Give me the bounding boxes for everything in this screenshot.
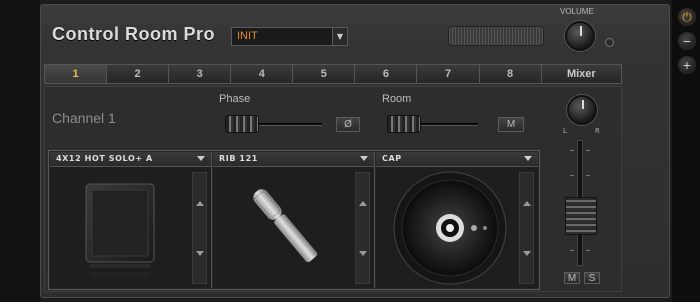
power-icon[interactable]: ⏻ xyxy=(678,8,696,26)
chevron-down-icon[interactable]: ▼ xyxy=(332,28,347,45)
microphone-scroll[interactable] xyxy=(355,172,370,284)
fader-tick xyxy=(570,175,574,176)
fader-tick xyxy=(586,175,590,176)
microphone-icon xyxy=(253,189,318,263)
mute-button[interactable]: M xyxy=(564,272,580,284)
plugin-title: Control Room Pro xyxy=(52,24,215,44)
microphone-name: RIB 121 xyxy=(219,154,258,163)
speaker-selector[interactable]: CAP xyxy=(376,152,538,167)
fader-tick xyxy=(570,250,574,251)
chevron-down-icon[interactable] xyxy=(524,156,532,161)
phase-slider-handle[interactable] xyxy=(225,115,259,133)
channel-fader-handle[interactable] xyxy=(565,197,597,235)
pan-left-label: L xyxy=(563,127,567,135)
preset-selector[interactable]: INIT ▼ xyxy=(231,27,348,46)
tab-3[interactable]: 3 xyxy=(169,65,232,83)
scroll-down-icon[interactable] xyxy=(196,251,204,256)
channel-label: Channel 1 xyxy=(52,110,116,126)
cabinet-slot[interactable]: 4X12 HOT SOLO+ A xyxy=(50,152,212,288)
scroll-up-icon[interactable] xyxy=(196,201,204,206)
fader-tick xyxy=(586,150,590,151)
scroll-down-icon[interactable] xyxy=(523,251,531,256)
tab-8[interactable]: 8 xyxy=(479,65,542,83)
chevron-down-icon[interactable] xyxy=(197,156,205,161)
pan-right-label: R xyxy=(595,127,600,135)
chevron-down-icon[interactable] xyxy=(360,156,368,161)
cabinet-name: 4X12 HOT SOLO+ A xyxy=(56,154,153,163)
phase-label: Phase xyxy=(219,93,251,105)
scroll-up-icon[interactable] xyxy=(359,201,367,206)
speaker-scroll[interactable] xyxy=(519,172,534,284)
scroll-up-icon[interactable] xyxy=(523,201,531,206)
pan-knob[interactable] xyxy=(567,95,597,125)
room-mono-button[interactable]: M xyxy=(498,117,524,132)
add-icon[interactable]: + xyxy=(678,56,696,74)
tab-5[interactable]: 5 xyxy=(293,65,356,83)
fader-tick xyxy=(570,150,574,151)
tab-mixer[interactable]: Mixer xyxy=(541,65,622,83)
speaker-cabinet-icon xyxy=(85,183,155,278)
left-host-panel xyxy=(0,0,40,302)
room-label: Room xyxy=(382,93,412,105)
solo-button[interactable]: S xyxy=(584,272,600,284)
fader-tick xyxy=(586,250,590,251)
volume-knob[interactable] xyxy=(565,21,595,51)
microphone-selector[interactable]: RIB 121 xyxy=(213,152,374,167)
tab-4[interactable]: 4 xyxy=(231,65,294,83)
cabinet-scroll[interactable] xyxy=(192,172,207,284)
channel-tabs: 1 2 3 4 5 6 7 8 Mixer xyxy=(44,64,622,84)
room-slider-handle[interactable] xyxy=(387,115,421,133)
phase-invert-button[interactable]: Ø xyxy=(336,117,360,132)
scroll-down-icon[interactable] xyxy=(359,251,367,256)
speaker-icon xyxy=(393,171,507,285)
level-meter xyxy=(448,26,544,46)
preset-value: INIT xyxy=(237,30,258,42)
speaker-name: CAP xyxy=(382,154,402,163)
minimize-icon[interactable]: − xyxy=(678,32,696,50)
speaker-slot[interactable]: CAP xyxy=(376,152,538,288)
tab-1[interactable]: 1 xyxy=(45,65,108,83)
cabinet-selector[interactable]: 4X12 HOT SOLO+ A xyxy=(50,152,211,167)
volume-led-indicator[interactable]: L xyxy=(605,38,614,47)
microphone-slot[interactable]: RIB 121 xyxy=(213,152,375,288)
tab-2[interactable]: 2 xyxy=(107,65,170,83)
volume-label: VOLUME xyxy=(560,7,594,16)
tab-7[interactable]: 7 xyxy=(417,65,480,83)
tab-6[interactable]: 6 xyxy=(355,65,418,83)
